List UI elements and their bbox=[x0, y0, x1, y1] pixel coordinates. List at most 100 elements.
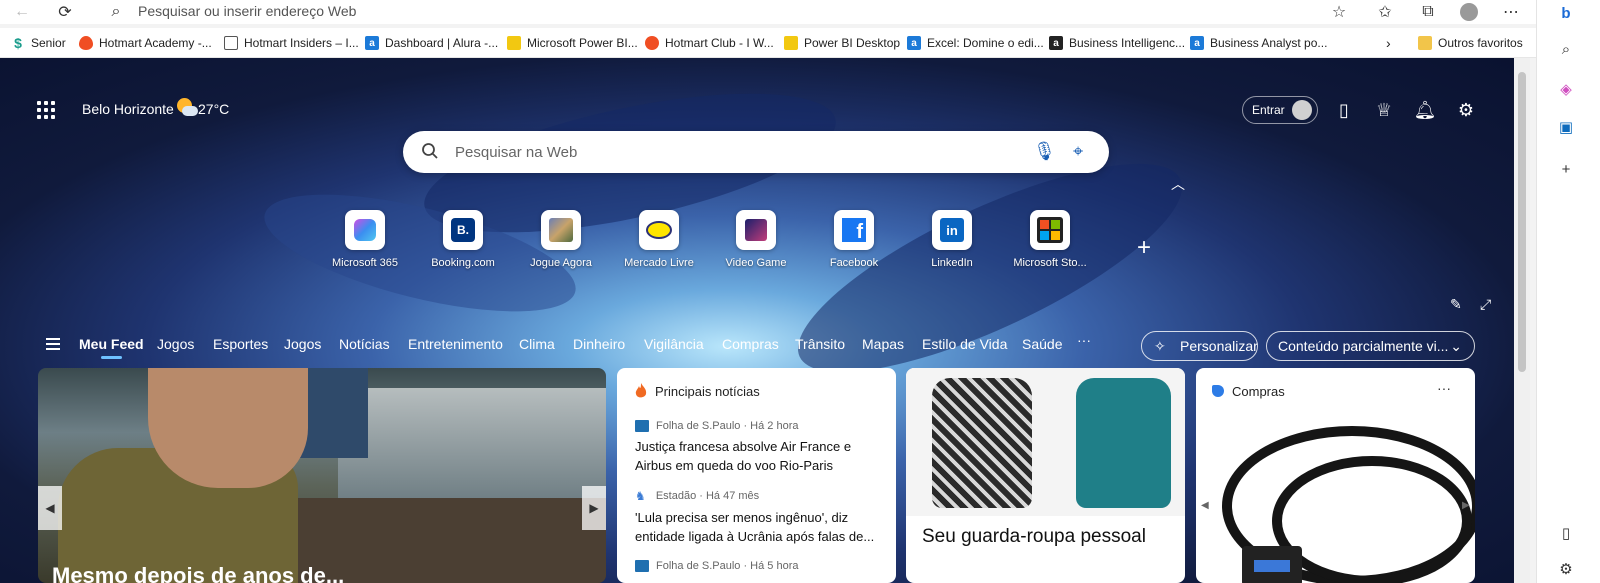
bookmark-alura-dashboard[interactable]: a Dashboard | Alura -... bbox=[365, 34, 498, 52]
bookmarks-overflow-chevron-icon[interactable]: › bbox=[1386, 34, 1391, 52]
tab-meu-feed[interactable]: Meu Feed bbox=[79, 336, 144, 359]
notifications-bell-icon[interactable]: 🔔︎ bbox=[1413, 98, 1437, 122]
hero-caption[interactable]: Mesmo depois de anos de... bbox=[52, 563, 344, 583]
bookmark-business-intelligence[interactable]: a Business Intelligenc... bbox=[1049, 34, 1185, 52]
quicklink-facebook[interactable]: f Facebook bbox=[814, 210, 894, 269]
collapse-chevron-up-icon[interactable]: ︿ bbox=[1171, 174, 1185, 194]
usb-cable-image[interactable] bbox=[1212, 416, 1475, 583]
refresh-icon[interactable]: ⟳ bbox=[52, 0, 78, 24]
content-visibility-dropdown[interactable]: Conteúdo parcialmente vi... ⌄ bbox=[1266, 331, 1475, 361]
m365-sidebar-icon[interactable]: ◈ bbox=[1553, 76, 1579, 102]
bookmark-hotmart-insiders[interactable]: Hotmart Insiders – I... bbox=[224, 34, 359, 52]
address-input[interactable]: Pesquisar ou inserir endereço Web bbox=[138, 3, 356, 19]
bookmark-senior[interactable]: $ Senior bbox=[11, 34, 66, 52]
shopping-card-header[interactable]: Compras bbox=[1212, 384, 1285, 399]
tab-jogos[interactable]: Jogos bbox=[157, 336, 194, 352]
sidebar-toggle-icon[interactable]: ▯ bbox=[1553, 520, 1579, 546]
tab-entretenimento[interactable]: Entretenimento bbox=[408, 336, 503, 352]
expand-fullscreen-icon[interactable]: ⤢ bbox=[1480, 296, 1491, 313]
bookmark-powerbi[interactable]: Microsoft Power BI... bbox=[507, 34, 638, 52]
visual-search-icon[interactable]: ⌖ bbox=[1073, 141, 1083, 162]
sidebar-settings-icon[interactable]: ⚙ bbox=[1553, 556, 1579, 582]
tab-transito[interactable]: Trânsito bbox=[795, 336, 845, 352]
quicklink-microsoft-store[interactable]: Microsoft Sto... bbox=[1010, 210, 1090, 269]
tab-noticias[interactable]: Notícias bbox=[339, 336, 390, 352]
other-favorites-folder[interactable]: Outros favoritos bbox=[1418, 34, 1523, 52]
quicklink-microsoft-365[interactable]: Microsoft 365 bbox=[325, 210, 405, 269]
quicklink-video-game[interactable]: Video Game bbox=[716, 210, 796, 269]
hamburger-menu-icon[interactable] bbox=[46, 338, 60, 350]
news-title[interactable]: 'Lula precisa ser menos ingênuo', diz en… bbox=[635, 508, 883, 546]
bing-copilot-icon[interactable]: b bbox=[1553, 0, 1579, 26]
more-tabs-button[interactable]: ··· bbox=[1077, 332, 1091, 348]
bookmark-hotmart-club[interactable]: Hotmart Club - I W... bbox=[645, 34, 774, 52]
tab-jogos-2[interactable]: Jogos bbox=[284, 336, 321, 352]
edit-background-icon[interactable]: ✎ bbox=[1450, 296, 1462, 313]
signin-button[interactable]: Entrar bbox=[1242, 96, 1318, 124]
tag-icon bbox=[1212, 385, 1224, 397]
page-settings-gear-icon[interactable]: ⚙ bbox=[1454, 98, 1478, 122]
feed-navigation: Meu Feed Jogos Esportes Jogos Notícias E… bbox=[0, 326, 1514, 366]
news-item[interactable]: ♞ Estadão · Há 47 mês 'Lula precisa ser … bbox=[635, 489, 883, 546]
news-title[interactable]: Justiça francesa absolve Air France e Ai… bbox=[635, 437, 883, 475]
news-item[interactable]: Folha de S.Paulo · Há 5 hora bbox=[635, 560, 883, 572]
add-favorite-icon[interactable]: ☆ bbox=[1326, 0, 1352, 24]
videogame-icon bbox=[736, 210, 776, 250]
tab-clima[interactable]: Clima bbox=[519, 336, 555, 352]
shop-next-icon[interactable]: ▶ bbox=[1462, 500, 1470, 511]
apps-grid-icon[interactable] bbox=[37, 101, 55, 119]
alura-icon: a bbox=[365, 36, 379, 50]
fashion-card-title[interactable]: Seu guarda-roupa pessoal bbox=[922, 526, 1146, 548]
hero-story-card[interactable]: ◀ ▶ Mesmo depois de anos de... bbox=[38, 368, 606, 583]
favorites-icon[interactable]: ✩ bbox=[1372, 0, 1398, 24]
news-item[interactable]: Folha de S.Paulo · Há 2 hora Justiça fra… bbox=[635, 420, 883, 475]
powerbi-icon bbox=[507, 36, 521, 50]
web-search-box[interactable]: Pesquisar na Web 🎙︎ ⌖ bbox=[403, 131, 1109, 173]
outlook-icon[interactable]: ▣ bbox=[1553, 114, 1579, 140]
quicklink-linkedin[interactable]: in LinkedIn bbox=[912, 210, 992, 269]
scrollbar-thumb[interactable] bbox=[1518, 72, 1526, 372]
tab-saude[interactable]: Saúde bbox=[1022, 336, 1062, 352]
bookmark-hotmart-academy[interactable]: Hotmart Academy -... bbox=[79, 34, 212, 52]
bookmark-business-analyst[interactable]: a Business Analyst po... bbox=[1190, 34, 1327, 52]
add-quicklink-plus-icon[interactable]: + bbox=[1137, 234, 1151, 262]
tab-compras[interactable]: Compras bbox=[722, 336, 779, 352]
alura-icon: a bbox=[907, 36, 921, 50]
page-scrollbar[interactable] bbox=[1514, 58, 1530, 583]
back-icon[interactable]: ← bbox=[9, 0, 35, 24]
tab-dinheiro[interactable]: Dinheiro bbox=[573, 336, 625, 352]
carousel-prev-icon[interactable]: ◀ bbox=[38, 486, 62, 530]
web-search-input[interactable]: Pesquisar na Web bbox=[455, 144, 577, 161]
rewards-trophy-icon[interactable]: ♕ bbox=[1372, 98, 1396, 122]
news-card-header[interactable]: Principais notícias bbox=[635, 383, 760, 399]
personalize-button[interactable]: ✧ Personalizar bbox=[1141, 331, 1258, 361]
bookmark-powerbi-desktop[interactable]: Power BI Desktop bbox=[784, 34, 900, 52]
bookmark-excel[interactable]: a Excel: Domine o edi... bbox=[907, 34, 1044, 52]
shop-prev-icon[interactable]: ◀ bbox=[1201, 500, 1209, 511]
fashion-ad-card[interactable]: Seu guarda-roupa pessoal bbox=[906, 368, 1185, 583]
tab-mapas[interactable]: Mapas bbox=[862, 336, 904, 352]
quicklink-booking[interactable]: B. Booking.com bbox=[423, 210, 503, 269]
weather-location[interactable]: Belo Horizonte bbox=[82, 101, 174, 117]
phone-icon[interactable]: ▯ bbox=[1332, 98, 1356, 122]
weather-temperature[interactable]: 27°C bbox=[198, 101, 229, 117]
tab-esportes[interactable]: Esportes bbox=[213, 336, 268, 352]
add-sidebar-app-icon[interactable]: + bbox=[1553, 156, 1579, 182]
partly-cloudy-icon bbox=[175, 98, 198, 118]
folha-logo-icon bbox=[635, 420, 649, 432]
collections-icon[interactable]: ⧉ bbox=[1415, 0, 1441, 24]
settings-more-icon[interactable]: ⋯ bbox=[1498, 0, 1524, 24]
tab-vigilancia[interactable]: Vigilância bbox=[644, 336, 704, 352]
tab-estilo-de-vida[interactable]: Estilo de Vida bbox=[922, 336, 1007, 352]
hero-image-hand bbox=[148, 368, 308, 488]
search-icon bbox=[422, 143, 438, 159]
facebook-icon: f bbox=[834, 210, 874, 250]
shopping-more-button[interactable]: ··· bbox=[1437, 380, 1451, 396]
quicklink-mercado-livre[interactable]: Mercado Livre bbox=[619, 210, 699, 269]
sidebar-search-icon[interactable]: ⌕ bbox=[1553, 36, 1579, 62]
quicklink-jogue-agora[interactable]: Jogue Agora bbox=[521, 210, 601, 269]
microphone-icon[interactable]: 🎙︎ bbox=[1033, 141, 1056, 162]
profile-icon[interactable] bbox=[1456, 0, 1482, 24]
usb-connector bbox=[1242, 546, 1302, 583]
carousel-next-icon[interactable]: ▶ bbox=[582, 486, 606, 530]
